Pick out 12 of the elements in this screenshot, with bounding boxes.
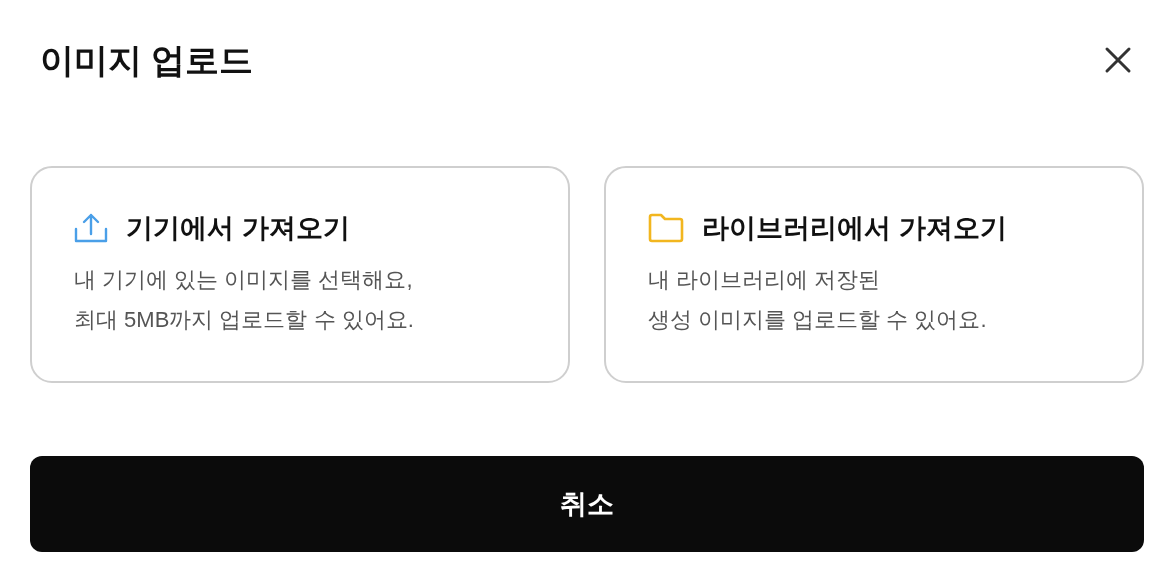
dialog-title: 이미지 업로드 [40, 39, 254, 81]
option-card[interactable]: 라이브러리에서 가져오기 내 라이브러리에 저장된 생성 이미지를 업로드할 수 있어요. [604, 166, 1144, 383]
folder-icon [648, 213, 684, 243]
cancel-button[interactable]: 취소 [30, 456, 1144, 552]
option-description: 내 라이브러리에 저장된 [648, 266, 882, 294]
option-card[interactable]: 기기에서 가져오기 내 기기에 있는 이미지를 선택해요, 최대 5MB까지 업로드할 수 있어요. [30, 166, 570, 383]
option-description: 생성 이미지를 업로드할 수 있어요. [648, 306, 988, 334]
option-title: 기기에서 가져오기 [126, 212, 350, 245]
option-description: 최대 5MB까지 업로드할 수 있어요. [74, 306, 415, 334]
upload-icon [74, 212, 108, 244]
option-description: 내 기기에 있는 이미지를 선택해요, [74, 266, 414, 294]
option-title: 라이브러리에서 가져오기 [702, 212, 1007, 245]
